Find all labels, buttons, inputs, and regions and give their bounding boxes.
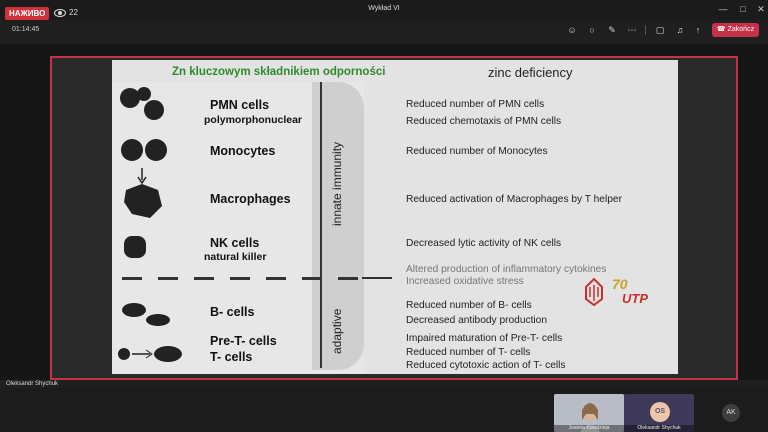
participants-icon[interactable]: ☺ [564, 24, 580, 36]
deficiency-item: Reduced number of Monocytes [406, 146, 548, 157]
category-divider [320, 82, 322, 368]
slide-heading-en: zinc deficiency [488, 65, 573, 80]
slide: Zn kluczowym składnikiem odporności zinc… [112, 60, 678, 374]
participant-name: Oleksandr Shychuk [624, 425, 694, 432]
utp-logo: 70 UTP [585, 276, 648, 307]
cell-name-t: T- cells [210, 350, 253, 364]
camera-icon[interactable]: ▢ [652, 24, 668, 36]
cell-name-pre-t: Pre-T- cells [210, 334, 277, 348]
deficiency-item: Reduced number of T- cells [406, 347, 531, 358]
cell-sub-pmn: polymorphonuclear [204, 114, 303, 126]
toolbar-divider [645, 25, 646, 35]
deficiency-item: Reduced number of PMN cells [406, 99, 545, 110]
participant-name: Joanna Kołodzieja [554, 425, 624, 432]
category-adaptive: adaptive [330, 308, 344, 354]
deficiency-item: Decreased antibody production [406, 315, 548, 326]
cell-illustrations [118, 87, 182, 362]
end-call-label: Zakończ [727, 26, 755, 33]
maximize-icon[interactable]: □ [734, 3, 752, 15]
reactions-icon[interactable]: ✎ [604, 24, 620, 36]
phone-icon: ☎ [716, 26, 726, 33]
macrophage-icon [124, 184, 162, 218]
b-cell-icon [122, 303, 170, 326]
deficiency-item: Reduced activation of Macrophages by T h… [406, 194, 622, 205]
cell-name-macrophages: Macrophages [210, 192, 291, 206]
nk-cell-icon [124, 236, 146, 258]
monocyte-icon [121, 139, 167, 161]
arrow-icon [137, 168, 147, 185]
meeting-timer: 01:14:45 [12, 26, 40, 33]
slide-heading-pl: Zn kluczowym składnikiem odporności [172, 66, 386, 78]
deficiency-item: Decreased lytic activity of NK cells [406, 238, 562, 249]
cell-name-pmn: PMN cells [210, 98, 270, 112]
separator-dashed [122, 277, 372, 280]
deficiency-item: Reduced chemotaxis of PMN cells [406, 116, 562, 127]
t-cell-icon [118, 346, 182, 362]
title-bar: НАЖИВО 22 Wykład VI — □ ✕ [0, 0, 768, 20]
avatar: OS [650, 402, 670, 422]
avatar[interactable]: AK [722, 404, 740, 422]
end-call-button[interactable]: ☎ Zakończ [712, 23, 759, 37]
participant-tile[interactable]: Joanna Kołodzieja [554, 394, 624, 432]
minimize-icon[interactable]: — [714, 3, 732, 15]
cell-sub-nk: natural killer [204, 251, 267, 263]
cell-name-b: B- cells [210, 305, 255, 319]
deficiency-item: Reduced cytotoxic action of T- cells [406, 360, 566, 371]
category-innate: innate immunity [330, 141, 344, 226]
deficiency-item: Reduced number of B- cells [406, 300, 532, 311]
deficiency-item: Increased oxidative stress [406, 276, 524, 287]
svg-text:UTP: UTP [622, 291, 648, 306]
chat-icon[interactable]: ○ [584, 24, 600, 36]
cell-name-monocytes: Monocytes [210, 144, 276, 158]
deficiency-item: Altered production of inflammatory cytok… [406, 264, 607, 275]
more-icon[interactable]: ⋯ [624, 24, 640, 36]
share-icon[interactable]: ↑ [690, 24, 706, 36]
pmn-cell-icon [120, 87, 164, 120]
close-icon[interactable]: ✕ [752, 3, 768, 15]
cell-name-nk: NK cells [210, 236, 260, 250]
participant-tile[interactable]: OS Oleksandr Shychuk [624, 394, 694, 432]
mic-icon[interactable]: ♫ [672, 24, 688, 36]
presenter-name: Oleksandr Shychuk [6, 381, 59, 387]
separator-solid [362, 277, 392, 279]
svg-text:70: 70 [612, 276, 628, 292]
deficiency-item: Impaired maturation of Pre-T- cells [406, 333, 563, 344]
meeting-toolbar: 01:14:45 ☺ ○ ✎ ⋯ ▢ ♫ ↑ [0, 20, 768, 40]
window-title: Wykład VI [368, 5, 400, 12]
